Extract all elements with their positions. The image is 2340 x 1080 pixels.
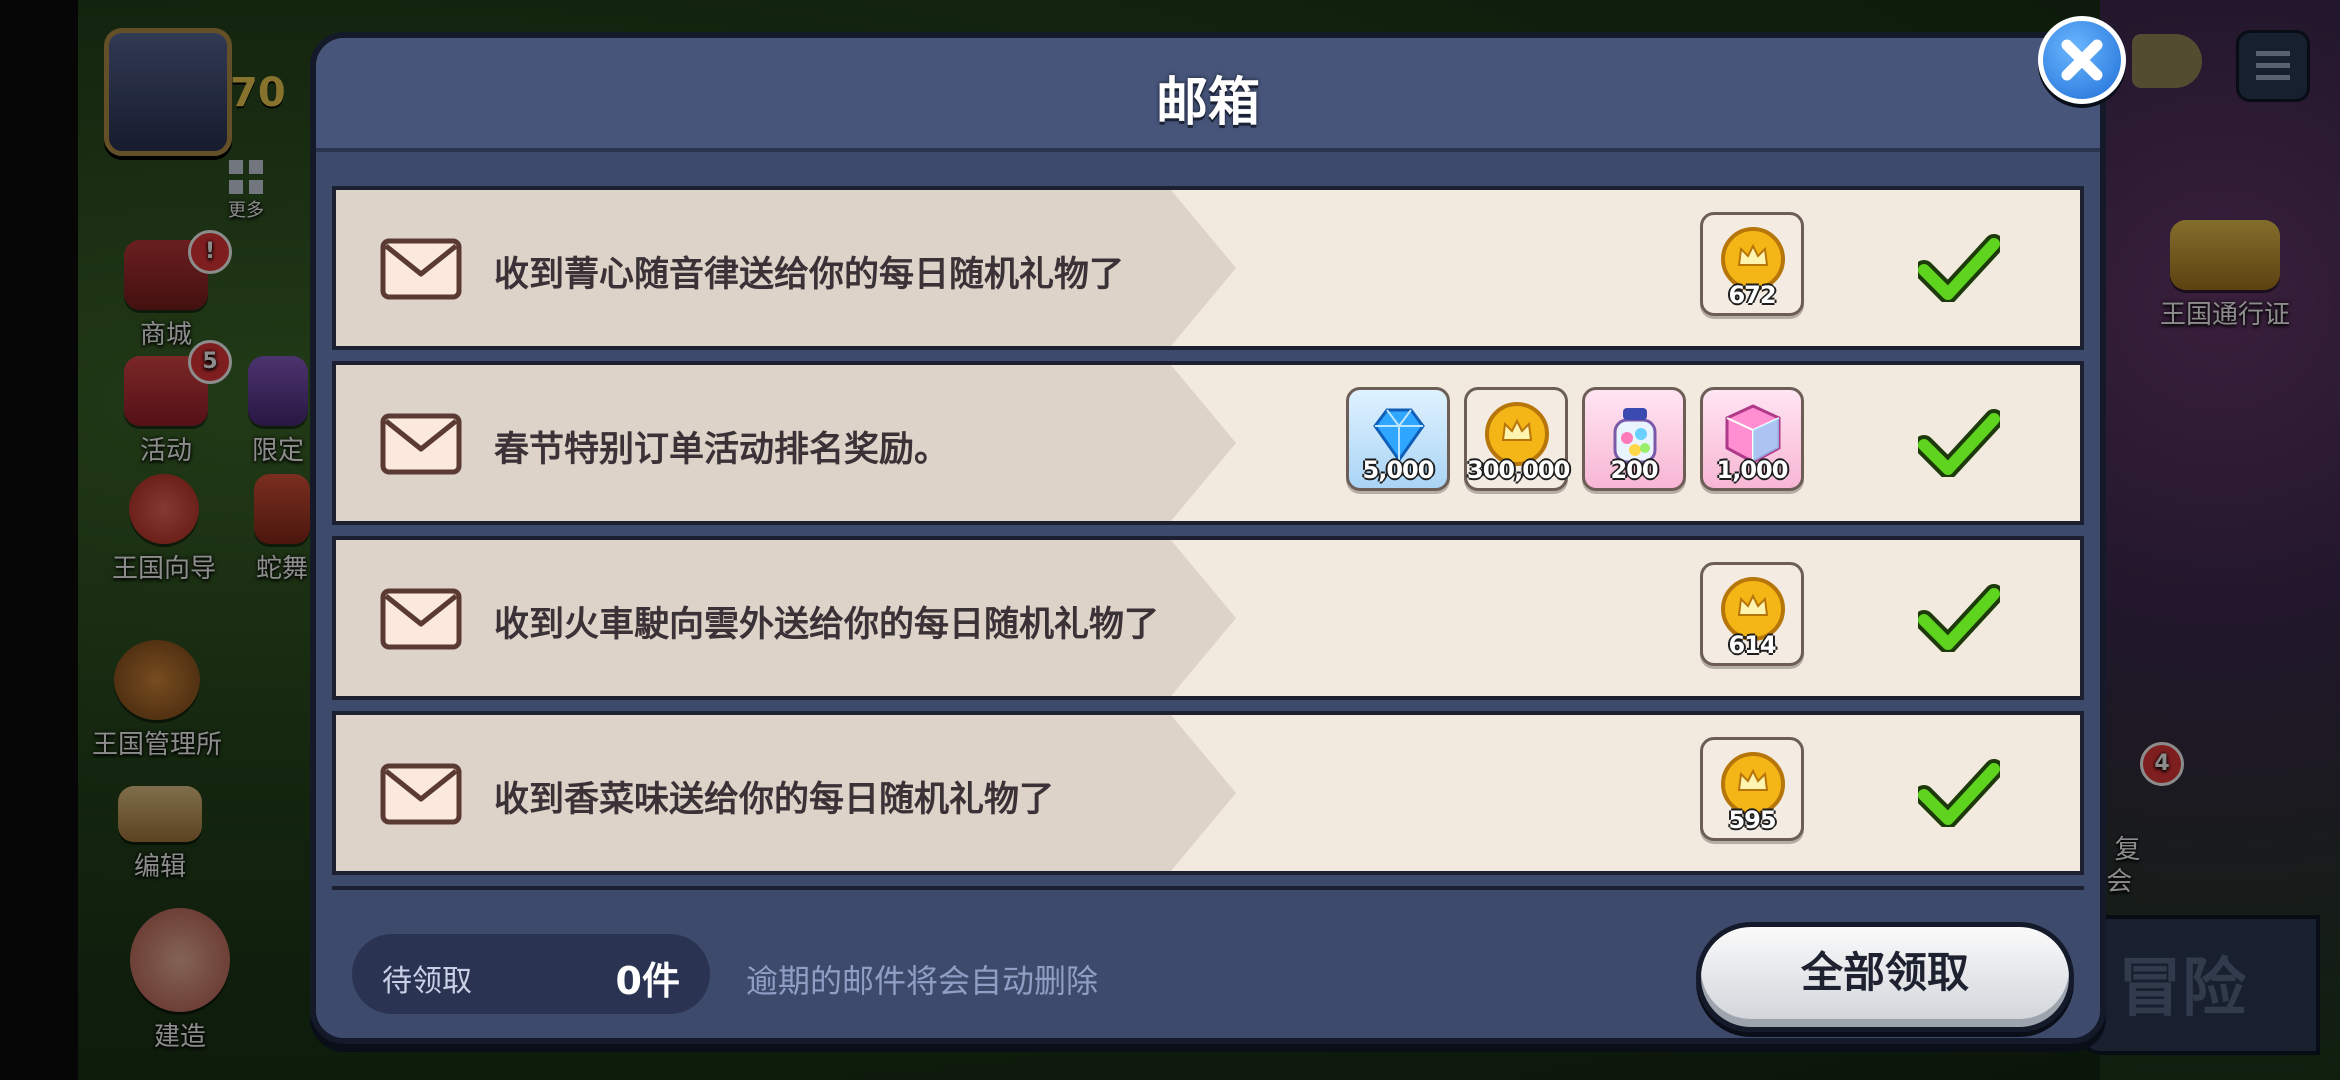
- reward-item[interactable]: 200: [1582, 387, 1686, 491]
- mail-row[interactable]: 收到香菜味送给你的每日随机礼物了 595: [332, 711, 2084, 875]
- reward-item[interactable]: 300,000: [1464, 387, 1570, 491]
- pending-count: 0件: [615, 959, 680, 1003]
- mail-list[interactable]: 收到菁心随音律送给你的每日随机礼物了 672 春节特别订单活动排名奖励。 5,0…: [332, 150, 2084, 920]
- reward-amount: 300,000: [1467, 456, 1570, 484]
- mail-row[interactable]: 春节特别订单活动排名奖励。 5,000 300,000 200 1,000: [332, 361, 2084, 525]
- reward-item[interactable]: 672: [1700, 212, 1804, 316]
- claim-all-button[interactable]: 全部领取: [1696, 922, 2074, 1032]
- reward-item[interactable]: 614: [1700, 562, 1804, 666]
- reward-amount: 595: [1728, 806, 1776, 834]
- pending-label: 待领取: [382, 964, 472, 999]
- checkmark-icon[interactable]: [1918, 584, 2000, 652]
- mail-text: 收到火車駛向雲外送给你的每日随机礼物了: [494, 605, 1160, 645]
- envelope-icon: [380, 238, 462, 300]
- checkmark-icon[interactable]: [1918, 759, 2000, 827]
- mail-row[interactable]: 收到火車駛向雲外送给你的每日随机礼物了 614: [332, 536, 2084, 700]
- reward-amount: 614: [1728, 631, 1776, 659]
- pending-counter: 待领取 0件: [352, 934, 710, 1014]
- reward-item[interactable]: 1,000: [1700, 387, 1804, 491]
- envelope-icon: [380, 763, 462, 825]
- modal-header: 邮箱: [316, 38, 2100, 152]
- reward-amount: 1,000: [1716, 456, 1789, 484]
- close-button[interactable]: [2038, 16, 2126, 104]
- mail-text: 收到香菜味送给你的每日随机礼物了: [494, 780, 1055, 820]
- checkmark-icon[interactable]: [1918, 409, 2000, 477]
- mail-row[interactable]: 收到菁心随音律送给你的每日随机礼物了 672: [332, 186, 2084, 350]
- modal-footer: 待领取 0件 逾期的邮件将会自动删除 全部领取: [316, 890, 2100, 1038]
- reward-amount: 672: [1728, 281, 1776, 309]
- reward-amount: 200: [1610, 456, 1658, 484]
- mail-text: 收到菁心随音律送给你的每日随机礼物了: [494, 255, 1125, 295]
- checkmark-icon[interactable]: [1918, 234, 2000, 302]
- envelope-icon: [380, 413, 462, 475]
- close-icon: [2061, 39, 2103, 81]
- mail-text: 春节特别订单活动排名奖励。: [494, 430, 950, 470]
- reward-item[interactable]: 595: [1700, 737, 1804, 841]
- mailbox-modal: 邮箱 收到菁心随音律送给你的每日随机礼物了 672 春节特别订单活动排名奖励。 …: [310, 32, 2106, 1044]
- envelope-icon: [380, 588, 462, 650]
- reward-item[interactable]: 5,000: [1346, 387, 1450, 491]
- reward-amount: 5,000: [1362, 456, 1435, 484]
- modal-title: 邮箱: [1155, 73, 1260, 133]
- expire-note: 逾期的邮件将会自动删除: [746, 962, 1099, 1000]
